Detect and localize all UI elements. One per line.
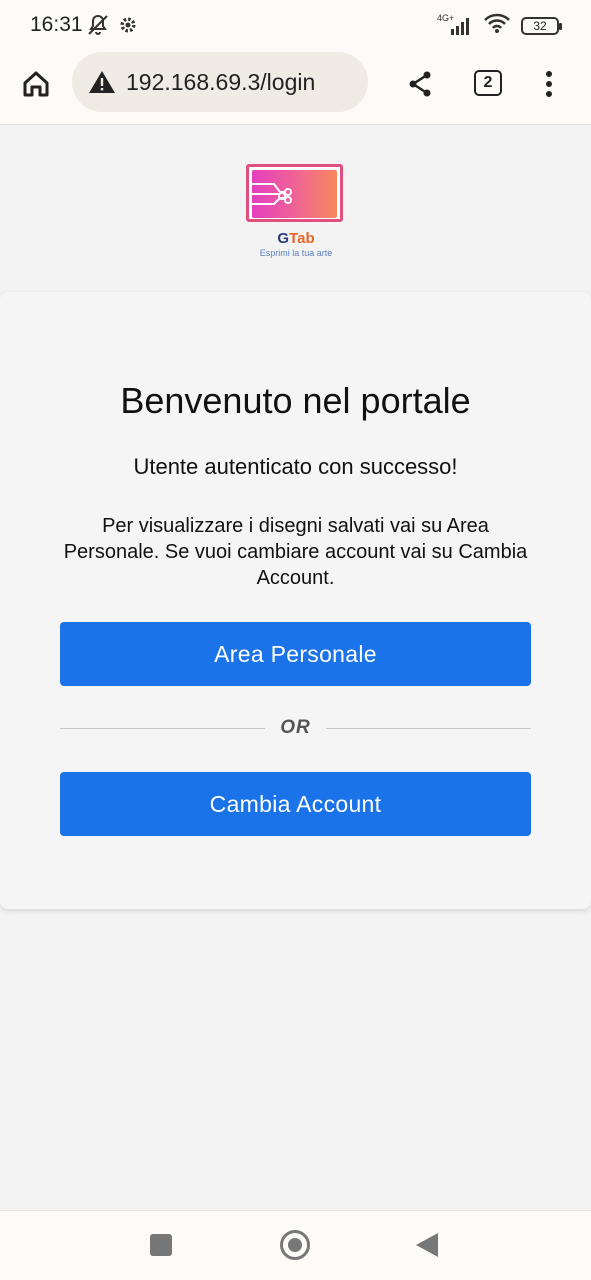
status-right: 4G+ 32 bbox=[437, 12, 562, 39]
divider-line-right bbox=[326, 728, 531, 729]
wifi-icon bbox=[483, 12, 511, 39]
logo-name-g: G bbox=[277, 230, 290, 247]
home-button[interactable] bbox=[16, 64, 56, 104]
battery-icon: 32 bbox=[521, 16, 562, 35]
status-bar: 16:31 4G+ 32 bbox=[0, 0, 591, 50]
logo-name-tab: Tab bbox=[289, 230, 315, 247]
share-button[interactable] bbox=[400, 64, 440, 104]
browser-menu-button[interactable] bbox=[532, 64, 566, 104]
recent-apps-icon[interactable] bbox=[150, 1234, 172, 1256]
settings-gear-icon bbox=[118, 15, 138, 40]
or-divider: OR bbox=[60, 717, 531, 741]
back-icon[interactable] bbox=[416, 1233, 438, 1257]
tab-switcher-button[interactable]: 2 bbox=[474, 70, 502, 96]
system-nav-bar bbox=[0, 1210, 591, 1280]
home-icon bbox=[23, 71, 49, 97]
home-circle-icon[interactable] bbox=[280, 1230, 310, 1260]
gtab-logo: GTab Esprimi la tua arte bbox=[246, 164, 346, 264]
logo-gradient bbox=[252, 170, 337, 218]
info-message: Per visualizzare i disegni salvati vai s… bbox=[63, 515, 528, 589]
address-bar[interactable]: 192.168.69.3/login bbox=[72, 52, 368, 112]
share-icon bbox=[409, 71, 431, 97]
browser-toolbar: 192.168.69.3/login 2 bbox=[0, 50, 591, 125]
status-time: 16:31 bbox=[30, 13, 83, 36]
area-personale-button[interactable]: Area Personale bbox=[60, 622, 531, 686]
more-vert-icon bbox=[546, 71, 552, 97]
success-message: Utente autenticato con successo! bbox=[133, 454, 458, 479]
page-title: Benvenuto nel portale bbox=[120, 380, 471, 421]
cambia-account-button[interactable]: Cambia Account bbox=[60, 772, 531, 836]
logo-card bbox=[246, 164, 343, 222]
status-left-icons bbox=[86, 13, 138, 42]
circuit-icon bbox=[252, 183, 292, 205]
warning-icon bbox=[88, 70, 116, 94]
notifications-off-icon bbox=[86, 13, 110, 42]
logo-name: GTab bbox=[246, 230, 346, 247]
logo-tagline: Esprimi la tua arte bbox=[259, 248, 333, 258]
welcome-card: Benvenuto nel portale Utente autenticato… bbox=[0, 292, 591, 909]
cell-signal-icon: 4G+ bbox=[437, 13, 473, 37]
url-text: 192.168.69.3/login bbox=[126, 68, 316, 95]
